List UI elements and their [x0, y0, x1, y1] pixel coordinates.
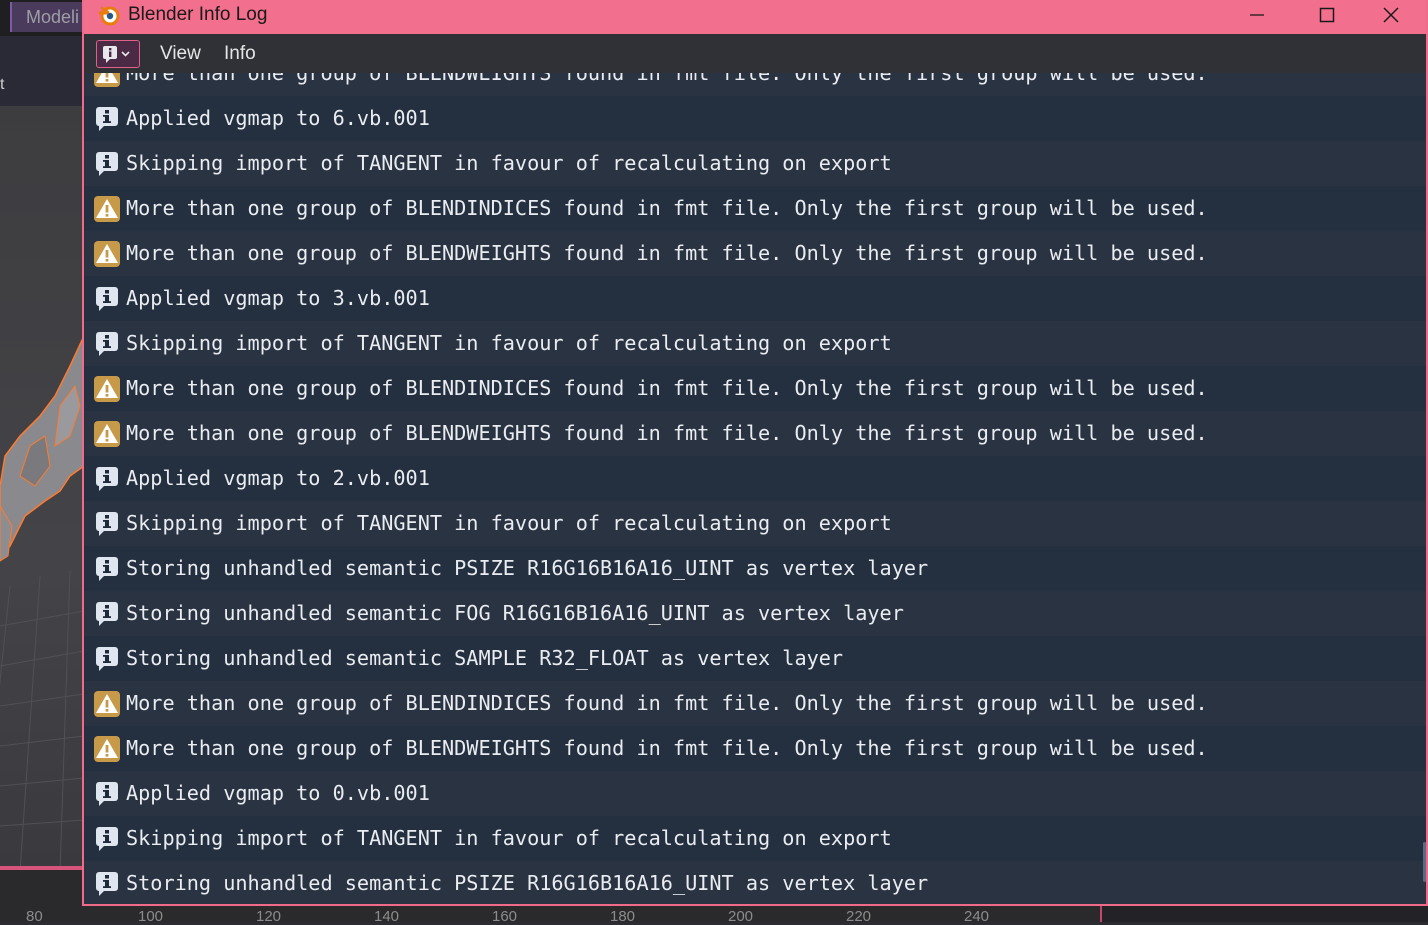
log-entry-text: Storing unhandled semantic SAMPLE R32_FL… — [126, 646, 844, 670]
info-log-entries: More than one group of BLENDWEIGHTS foun… — [84, 73, 1426, 904]
info-icon — [94, 871, 120, 897]
info-icon — [94, 331, 120, 357]
ruler-tick: 160 — [492, 908, 518, 925]
log-entry-info[interactable]: Storing unhandled semantic PSIZE R16G16B… — [84, 546, 1426, 591]
info-icon — [94, 646, 120, 672]
log-entry-warning[interactable]: More than one group of BLENDINDICES foun… — [84, 681, 1426, 726]
log-entry-info[interactable]: Storing unhandled semantic FOG R16G16B16… — [84, 591, 1426, 636]
log-entry-text: More than one group of BLENDINDICES foun… — [126, 376, 1208, 400]
log-entry-text: Applied vgmap to 2.vb.001 — [126, 466, 430, 490]
ruler-tick: 100 — [138, 908, 164, 925]
minimize-button[interactable] — [1222, 0, 1292, 30]
log-entry-text: More than one group of BLENDWEIGHTS foun… — [126, 736, 1208, 760]
menu-view[interactable]: View — [160, 42, 201, 66]
log-entry-text: More than one group of BLENDWEIGHTS foun… — [126, 421, 1208, 445]
log-entry-info[interactable]: Skipping import of TANGENT in favour of … — [84, 141, 1426, 186]
info-icon — [94, 286, 120, 312]
ruler-tick: 200 — [728, 908, 754, 925]
log-entry-info[interactable]: Skipping import of TANGENT in favour of … — [84, 501, 1426, 546]
ruler-tick: 80 — [26, 908, 43, 925]
log-entry-info[interactable]: Applied vgmap to 2.vb.001 — [84, 456, 1426, 501]
ruler-tick: 140 — [374, 908, 400, 925]
log-entry-text: Applied vgmap to 0.vb.001 — [126, 781, 430, 805]
blender-logo-icon — [98, 4, 120, 26]
timeline-side-panel — [1100, 905, 1428, 922]
log-entry-text: Skipping import of TANGENT in favour of … — [126, 151, 892, 175]
info-icon — [94, 466, 120, 492]
info-log-window: Blender Info Log View Info More than one… — [82, 0, 1428, 906]
log-entry-text: Storing unhandled semantic PSIZE R16G16B… — [126, 871, 929, 895]
info-icon — [94, 556, 120, 582]
chevron-down-icon — [121, 51, 130, 57]
close-button[interactable] — [1356, 0, 1426, 30]
info-icon — [94, 601, 120, 627]
close-icon — [1383, 7, 1399, 23]
maximize-button[interactable] — [1292, 0, 1362, 30]
info-icon — [94, 106, 120, 132]
info-icon — [94, 826, 120, 852]
warning-icon — [94, 735, 120, 762]
log-entry-warning[interactable]: More than one group of BLENDWEIGHTS foun… — [84, 73, 1426, 96]
scrollbar-thumb[interactable] — [1423, 842, 1426, 882]
log-entry-info[interactable]: Applied vgmap to 6.vb.001 — [84, 96, 1426, 141]
warning-icon — [94, 240, 120, 267]
log-entry-text: Storing unhandled semantic PSIZE R16G16B… — [126, 556, 929, 580]
info-icon — [94, 151, 120, 177]
editor-type-selector[interactable] — [96, 40, 140, 68]
log-entry-text: More than one group of BLENDWEIGHTS foun… — [126, 241, 1208, 265]
minimize-icon — [1250, 14, 1264, 16]
3d-viewport[interactable] — [0, 106, 84, 872]
log-entry-text: Applied vgmap to 6.vb.001 — [126, 106, 430, 130]
log-entry-info[interactable]: Skipping import of TANGENT in favour of … — [84, 816, 1426, 861]
log-entry-text: More than one group of BLENDINDICES foun… — [126, 691, 1208, 715]
warning-icon — [94, 195, 120, 222]
log-entry-warning[interactable]: More than one group of BLENDWEIGHTS foun… — [84, 726, 1426, 771]
menu-info[interactable]: Info — [224, 42, 256, 66]
viewport-mesh-preview — [0, 335, 84, 872]
log-entry-text: Storing unhandled semantic FOG R16G16B16… — [126, 601, 904, 625]
log-entry-text: Skipping import of TANGENT in favour of … — [126, 331, 892, 355]
viewport-header-label: t — [0, 76, 5, 93]
log-entry-warning[interactable]: More than one group of BLENDWEIGHTS foun… — [84, 231, 1426, 276]
info-icon — [94, 511, 120, 537]
editor-header: View Info — [84, 34, 1426, 73]
window-titlebar[interactable]: Blender Info Log — [84, 0, 1426, 34]
log-entry-warning[interactable]: More than one group of BLENDINDICES foun… — [84, 186, 1426, 231]
timeline-ruler: 80 100 120 140 160 180 200 220 240 — [0, 908, 1100, 925]
log-entry-text: More than one group of BLENDINDICES foun… — [126, 196, 1208, 220]
log-entry-info[interactable]: Applied vgmap to 0.vb.001 — [84, 771, 1426, 816]
info-icon — [103, 46, 130, 63]
window-title: Blender Info Log — [128, 4, 268, 25]
log-entry-warning[interactable]: More than one group of BLENDINDICES foun… — [84, 366, 1426, 411]
ruler-tick: 180 — [610, 908, 636, 925]
viewport-header: t — [0, 36, 84, 106]
log-entry-text: Skipping import of TANGENT in favour of … — [126, 826, 892, 850]
log-entry-info[interactable]: Applied vgmap to 3.vb.001 — [84, 276, 1426, 321]
log-entry-info[interactable]: Storing unhandled semantic SAMPLE R32_FL… — [84, 636, 1426, 681]
ruler-tick: 220 — [846, 908, 872, 925]
log-entry-text: Applied vgmap to 3.vb.001 — [126, 286, 430, 310]
log-entry-text: More than one group of BLENDWEIGHTS foun… — [126, 73, 1208, 85]
warning-icon — [94, 420, 120, 447]
log-entry-text: Skipping import of TANGENT in favour of … — [126, 511, 892, 535]
warning-icon — [94, 73, 120, 87]
info-icon — [94, 781, 120, 807]
warning-icon — [94, 375, 120, 402]
warning-icon — [94, 690, 120, 717]
log-entry-warning[interactable]: More than one group of BLENDWEIGHTS foun… — [84, 411, 1426, 456]
log-entry-info[interactable]: Storing unhandled semantic PSIZE R16G16B… — [84, 861, 1426, 904]
ruler-tick: 240 — [964, 908, 990, 925]
ruler-tick: 120 — [256, 908, 282, 925]
maximize-icon — [1319, 7, 1335, 23]
log-entry-info[interactable]: Skipping import of TANGENT in favour of … — [84, 321, 1426, 366]
info-log-list[interactable]: More than one group of BLENDWEIGHTS foun… — [84, 73, 1426, 904]
